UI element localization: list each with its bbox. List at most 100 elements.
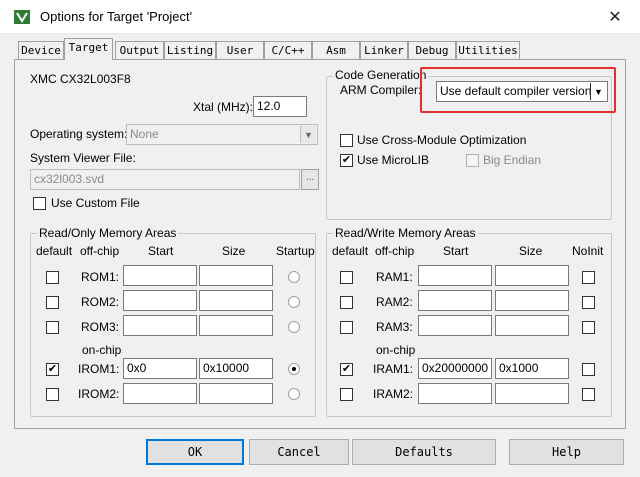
sysview-input: cx32l003.svd — [30, 169, 300, 190]
os-label: Operating system: — [30, 127, 128, 141]
ram3-start-input[interactable] — [418, 315, 492, 336]
os-select: None ▼ — [126, 124, 318, 145]
iram1-size-input[interactable]: 0x1000 — [495, 358, 569, 379]
rom-header-default: default — [36, 244, 73, 258]
irom2-startup-radio[interactable] — [288, 388, 300, 400]
ram3-size-input[interactable] — [495, 315, 569, 336]
rom1-start-input[interactable] — [123, 265, 197, 286]
tab-user[interactable]: User — [216, 41, 264, 59]
rom1-size-input[interactable] — [199, 265, 273, 286]
irom2-start-input[interactable] — [123, 383, 197, 404]
defaults-button[interactable]: Defaults — [352, 439, 496, 465]
rom3-start-input[interactable] — [123, 315, 197, 336]
iram1-label: IRAM1: — [373, 362, 414, 376]
arm-compiler-label: ARM Compiler: — [340, 83, 422, 97]
rom1-startup-radio[interactable] — [288, 271, 300, 283]
rom-header-startup: Startup — [276, 244, 315, 258]
cancel-button[interactable]: Cancel — [249, 439, 349, 465]
custom-file-checkbox[interactable] — [33, 197, 46, 210]
tab-listing[interactable]: Listing — [164, 41, 216, 59]
annotation-highlight — [420, 67, 616, 113]
chevron-down-icon: ▼ — [300, 126, 316, 143]
browse-button: ... — [301, 169, 319, 190]
big-endian-label: Big Endian — [483, 153, 542, 167]
tab-cpp[interactable]: C/C++ — [264, 41, 312, 59]
rom1-default-checkbox[interactable] — [46, 271, 59, 284]
xtal-input[interactable]: 12.0 — [253, 96, 307, 117]
iram2-noinit-checkbox[interactable] — [582, 388, 595, 401]
ram3-noinit-checkbox[interactable] — [582, 321, 595, 334]
irom2-size-input[interactable] — [199, 383, 273, 404]
irom1-startup-radio[interactable] — [288, 363, 300, 375]
ram1-size-input[interactable] — [495, 265, 569, 286]
ram-group-title: Read/Write Memory Areas — [333, 226, 478, 240]
big-endian-checkbox — [466, 154, 479, 167]
rom-header-size: Size — [222, 244, 246, 258]
iram2-default-checkbox[interactable] — [340, 388, 353, 401]
ram-header-start: Start — [443, 244, 469, 258]
iram2-size-input[interactable] — [495, 383, 569, 404]
sysview-label: System Viewer File: — [30, 151, 136, 165]
ok-button[interactable]: OK — [146, 439, 244, 465]
iram1-default-checkbox[interactable]: ✔ — [340, 363, 353, 376]
microlib-checkbox[interactable]: ✔ — [340, 154, 353, 167]
help-button[interactable]: Help — [509, 439, 624, 465]
ram2-label: RAM2: — [376, 295, 413, 309]
irom1-size-input[interactable]: 0x10000 — [199, 358, 273, 379]
iram2-start-input[interactable] — [418, 383, 492, 404]
ram2-default-checkbox[interactable] — [340, 296, 353, 309]
ram-header-size: Size — [519, 244, 543, 258]
ram1-noinit-checkbox[interactable] — [582, 271, 595, 284]
microlib-label: Use MicroLIB — [357, 153, 430, 167]
ram1-start-input[interactable] — [418, 265, 492, 286]
rom1-label: ROM1: — [81, 270, 120, 284]
title-bar: Options for Target 'Project' ✕ — [0, 0, 640, 34]
rom3-label: ROM3: — [81, 320, 120, 334]
rom-onchip-label: on-chip — [82, 343, 122, 357]
ram3-label: RAM3: — [376, 320, 413, 334]
tab-target[interactable]: Target — [64, 38, 113, 60]
ram1-label: RAM1: — [376, 270, 413, 284]
irom2-label: IROM2: — [78, 387, 120, 401]
rom-header-offchip: off-chip — [80, 244, 120, 258]
xtal-label: Xtal (MHz): — [193, 100, 253, 114]
iram1-start-input[interactable]: 0x20000000 — [418, 358, 492, 379]
rom2-start-input[interactable] — [123, 290, 197, 311]
tab-asm[interactable]: Asm — [312, 41, 360, 59]
ram-header-default: default — [332, 244, 369, 258]
rom2-size-input[interactable] — [199, 290, 273, 311]
ram-header-offchip: off-chip — [375, 244, 415, 258]
os-select-value: None — [130, 127, 159, 141]
ram2-noinit-checkbox[interactable] — [582, 296, 595, 309]
close-icon[interactable]: ✕ — [606, 9, 624, 27]
iram1-noinit-checkbox[interactable] — [582, 363, 595, 376]
rom3-size-input[interactable] — [199, 315, 273, 336]
ram2-size-input[interactable] — [495, 290, 569, 311]
irom1-default-checkbox[interactable]: ✔ — [46, 363, 59, 376]
cross-module-label: Use Cross-Module Optimization — [357, 133, 527, 147]
tab-utilities[interactable]: Utilities — [456, 41, 520, 59]
irom1-label: IROM1: — [78, 362, 120, 376]
rom3-default-checkbox[interactable] — [46, 321, 59, 334]
rom-header-start: Start — [148, 244, 174, 258]
irom2-default-checkbox[interactable] — [46, 388, 59, 401]
ram2-start-input[interactable] — [418, 290, 492, 311]
ram-header-noinit: NoInit — [572, 244, 604, 258]
rom3-startup-radio[interactable] — [288, 321, 300, 333]
keil-app-icon — [14, 10, 30, 24]
tab-debug[interactable]: Debug — [408, 41, 456, 59]
ram1-default-checkbox[interactable] — [340, 271, 353, 284]
rom2-startup-radio[interactable] — [288, 296, 300, 308]
ram3-default-checkbox[interactable] — [340, 321, 353, 334]
tab-linker[interactable]: Linker — [360, 41, 408, 59]
irom1-start-input[interactable]: 0x0 — [123, 358, 197, 379]
rom-group-title: Read/Only Memory Areas — [37, 226, 179, 240]
custom-file-label: Use Custom File — [51, 196, 140, 210]
tab-output[interactable]: Output — [115, 41, 164, 59]
rom2-default-checkbox[interactable] — [46, 296, 59, 309]
ram-onchip-label: on-chip — [376, 343, 416, 357]
cross-module-checkbox[interactable] — [340, 134, 353, 147]
window-title: Options for Target 'Project' — [40, 9, 193, 24]
codegen-group-title: Code Generation — [333, 68, 429, 82]
tab-device[interactable]: Device — [18, 41, 64, 59]
